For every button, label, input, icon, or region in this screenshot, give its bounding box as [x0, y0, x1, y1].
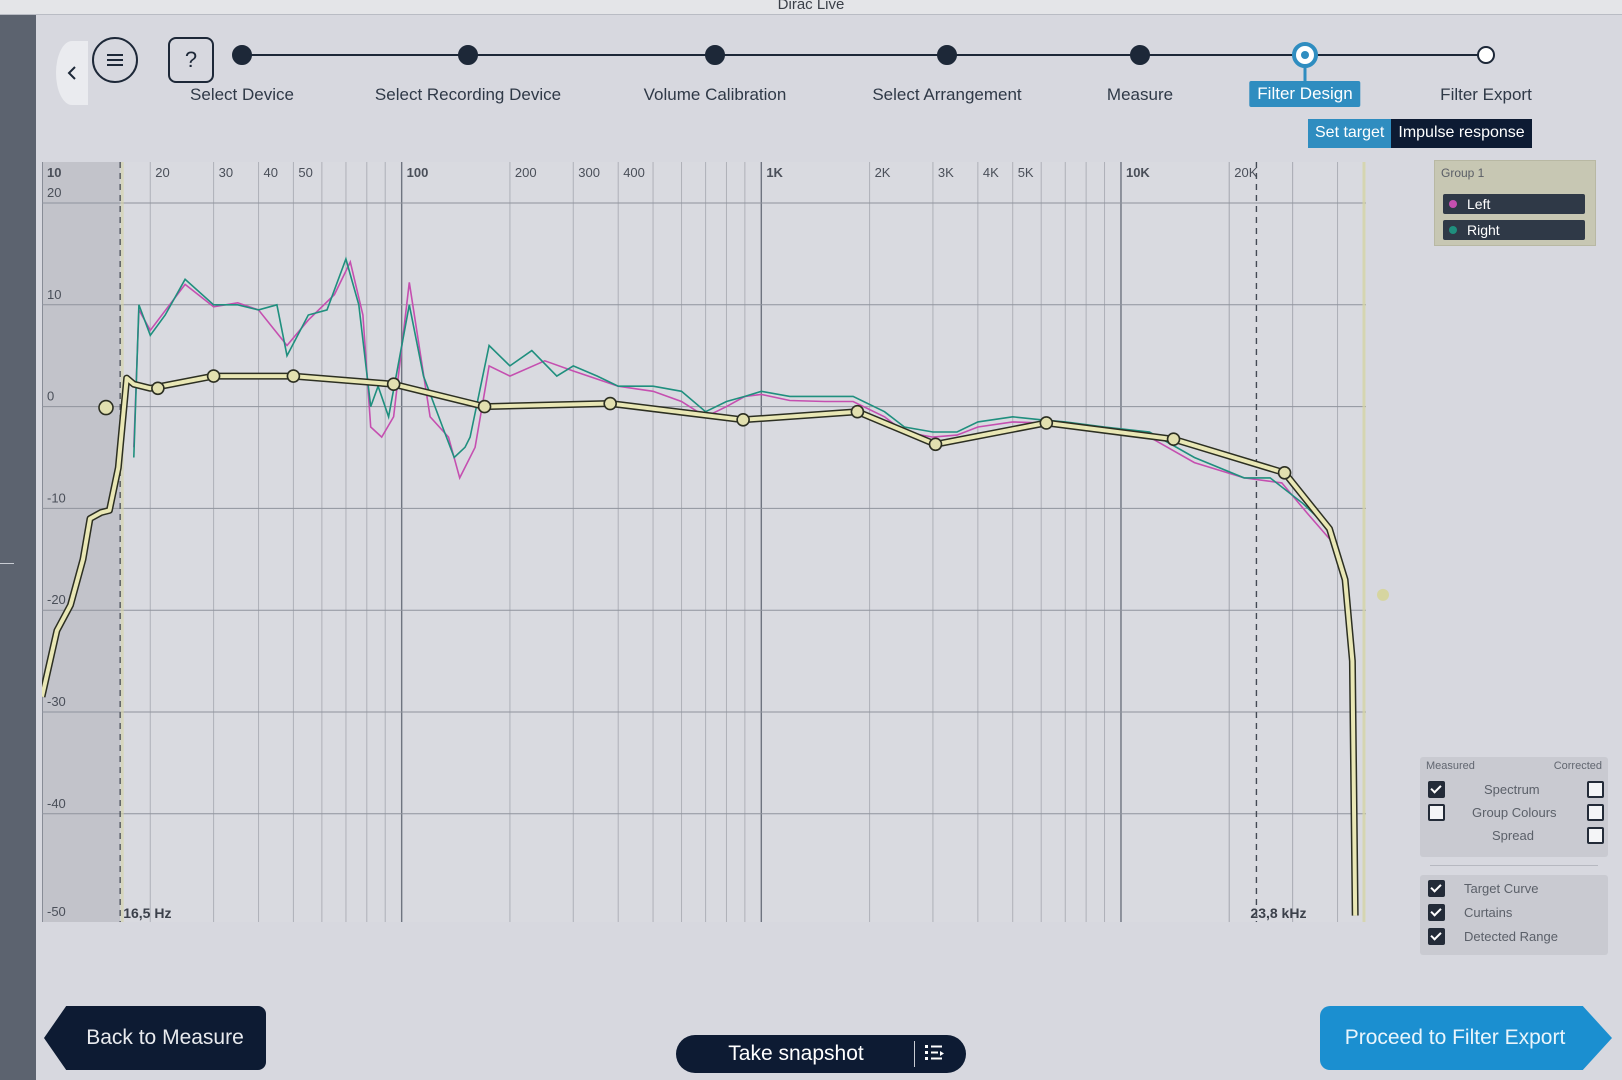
spread-corrected-checkbox[interactable]: [1587, 827, 1604, 844]
strip-tick: [0, 563, 14, 564]
back-to-measure-button[interactable]: Back to Measure: [44, 1006, 266, 1070]
group-colours-corrected-checkbox[interactable]: [1587, 804, 1604, 821]
step-label[interactable]: Filter Design: [1249, 81, 1361, 107]
freq-tick-label: 30: [219, 165, 233, 180]
freq-tick-label: 1K: [766, 165, 783, 180]
title-bar: Dirac Live: [0, 0, 1622, 15]
step-node-core: [1301, 51, 1309, 59]
freq-tick-label: 100: [407, 165, 429, 180]
right-floating-handle[interactable]: [1377, 588, 1389, 601]
db-tick-label: -20: [47, 592, 66, 607]
db-tick-label: 10: [47, 287, 61, 302]
freq-tick-label: 400: [623, 165, 645, 180]
measured-header: Measured: [1426, 760, 1475, 772]
target-handle[interactable]: [928, 437, 943, 452]
target-handle[interactable]: [286, 369, 301, 383]
step-node-done[interactable]: [937, 45, 957, 65]
freq-tick-label: 10: [47, 165, 61, 180]
freq-tick-label: 20K: [1234, 165, 1257, 180]
freq-tick-label: 4K: [983, 165, 999, 180]
take-snapshot-button[interactable]: Take snapshot: [676, 1035, 966, 1073]
step-label[interactable]: Select Arrangement: [872, 85, 1021, 105]
filter-subtabs: Set target Impulse response: [1308, 119, 1532, 148]
step-label[interactable]: Select Recording Device: [375, 85, 561, 105]
db-tick-label: 20: [47, 185, 61, 200]
color-dot-icon: [1449, 226, 1457, 234]
target-handle[interactable]: [1166, 432, 1181, 446]
detected-range-checkbox[interactable]: [1428, 928, 1445, 945]
target-handle[interactable]: [206, 369, 221, 383]
target-handle[interactable]: [386, 377, 401, 392]
freq-tick-label: 3K: [938, 165, 954, 180]
spectrum-options: Measured Corrected Spectrum Group Colour…: [1420, 757, 1608, 857]
step-node-done[interactable]: [705, 45, 725, 65]
freq-tick-label: 200: [515, 165, 537, 180]
step-node-done[interactable]: [232, 45, 252, 65]
freq-tick-label: 20: [155, 165, 169, 180]
curtains-checkbox[interactable]: [1428, 904, 1445, 921]
spectrum-measured-checkbox[interactable]: [1428, 781, 1445, 798]
db-tick-label: -10: [47, 490, 66, 505]
step-label[interactable]: Measure: [1107, 85, 1173, 105]
step-label[interactable]: Volume Calibration: [644, 85, 787, 105]
frequency-response-graph[interactable]: 10 20 30 40 50 100 200 300 400 1K 2K 3K 4K 5K 10K 20K20…: [42, 162, 1414, 956]
app-window: ? Select Device Select Recording Device Vo…: [36, 15, 1622, 1080]
target-handle[interactable]: [736, 413, 750, 427]
legend-item-left[interactable]: Left: [1443, 194, 1585, 214]
step-label[interactable]: Select Device: [190, 85, 294, 105]
group-colours-measured-checkbox[interactable]: [1428, 804, 1445, 821]
low-limit-label: 16,5 Hz: [123, 905, 171, 921]
window-title: Dirac Live: [777, 0, 845, 13]
tab-set-target[interactable]: Set target: [1308, 119, 1392, 148]
step-node-done[interactable]: [1130, 45, 1150, 65]
group-legend: Group 1 Left Right: [1434, 160, 1596, 246]
freq-tick-label: 5K: [1018, 165, 1034, 180]
options-divider: [1430, 865, 1598, 866]
option-label: Detected Range: [1464, 929, 1558, 944]
target-handle[interactable]: [850, 404, 865, 419]
freq-tick-label: 2K: [875, 165, 891, 180]
plot-background: [42, 162, 1366, 922]
left-floating-handle[interactable]: [98, 399, 114, 416]
left-strip: [0, 15, 36, 1080]
step-node-pending[interactable]: [1477, 46, 1495, 64]
target-curve-checkbox[interactable]: [1428, 880, 1445, 897]
legend-label: Right: [1467, 222, 1500, 238]
option-label: Spread: [1492, 828, 1534, 843]
legend-label: Left: [1467, 196, 1491, 212]
step-label[interactable]: Filter Export: [1440, 85, 1532, 105]
step-node-done[interactable]: [458, 45, 478, 65]
target-handle[interactable]: [1277, 465, 1292, 480]
high-limit-label: 23,8 kHz: [1250, 905, 1306, 921]
snapshot-label: Take snapshot: [728, 1042, 864, 1065]
option-label: Target Curve: [1464, 881, 1539, 896]
freq-tick-label: 300: [578, 165, 600, 180]
display-options-panel: Measured Corrected Spectrum Group Colour…: [1420, 757, 1608, 955]
db-tick-label: -40: [47, 796, 66, 811]
group-label: Group 1: [1441, 166, 1485, 180]
tab-impulse-response[interactable]: Impulse response: [1391, 119, 1532, 148]
target-handle[interactable]: [603, 396, 617, 411]
spectrum-corrected-checkbox[interactable]: [1587, 781, 1604, 798]
corrected-header: Corrected: [1553, 760, 1602, 772]
freq-tick-label: 40: [264, 165, 278, 180]
target-handle[interactable]: [151, 381, 165, 396]
color-dot-icon: [1449, 200, 1457, 208]
db-tick-label: -30: [47, 694, 66, 709]
db-tick-label: 0: [47, 389, 54, 404]
snapshot-list-icon[interactable]: [924, 1043, 946, 1063]
target-handle[interactable]: [477, 399, 492, 414]
snapshot-divider: [914, 1041, 915, 1067]
db-tick-label: -50: [47, 904, 66, 919]
freq-tick-label: 10K: [1126, 165, 1150, 180]
overlay-options: Target Curve Curtains Detected Range: [1420, 875, 1608, 955]
proceed-to-filter-export-button[interactable]: Proceed to Filter Export: [1320, 1006, 1612, 1070]
option-label: Curtains: [1464, 905, 1513, 920]
option-label: Group Colours: [1472, 805, 1557, 820]
option-label: Spectrum: [1484, 782, 1540, 797]
legend-item-right[interactable]: Right: [1443, 220, 1585, 240]
target-handle[interactable]: [1039, 416, 1054, 430]
freq-tick-label: 50: [298, 165, 312, 180]
